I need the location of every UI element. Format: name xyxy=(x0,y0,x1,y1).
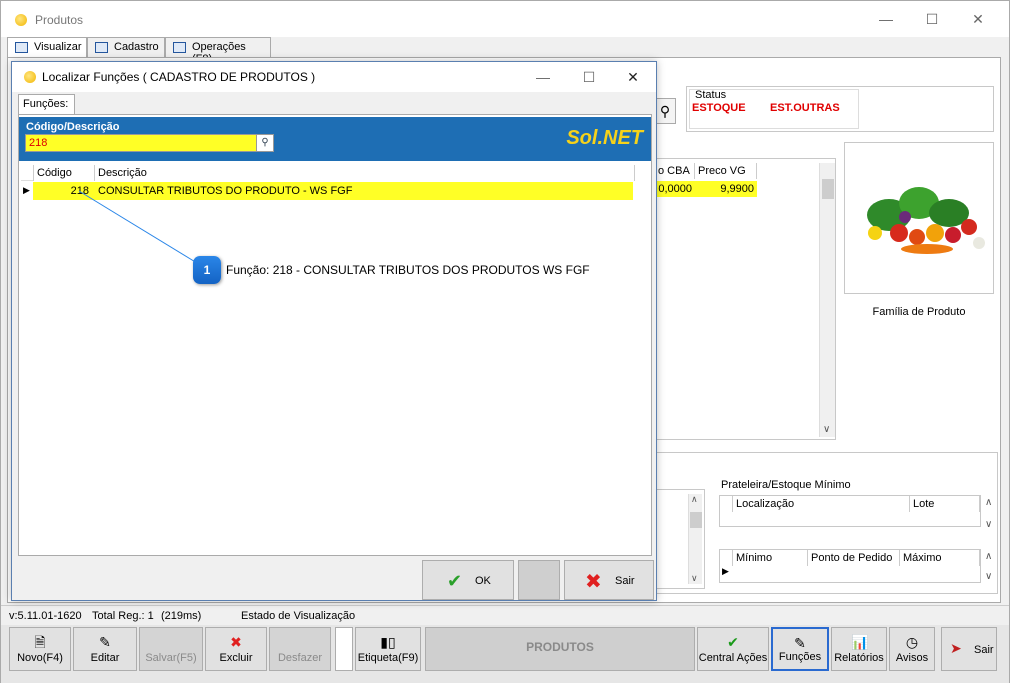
callout-line xyxy=(78,190,198,264)
callout-text: Função: 218 - CONSULTAR TRIBUTOS DOS PRO… xyxy=(226,263,590,277)
callout-badge: 1 xyxy=(193,256,221,284)
main-window: Produtos — ☐ ✕ Visualizar Cadastro Opera… xyxy=(0,0,1010,683)
